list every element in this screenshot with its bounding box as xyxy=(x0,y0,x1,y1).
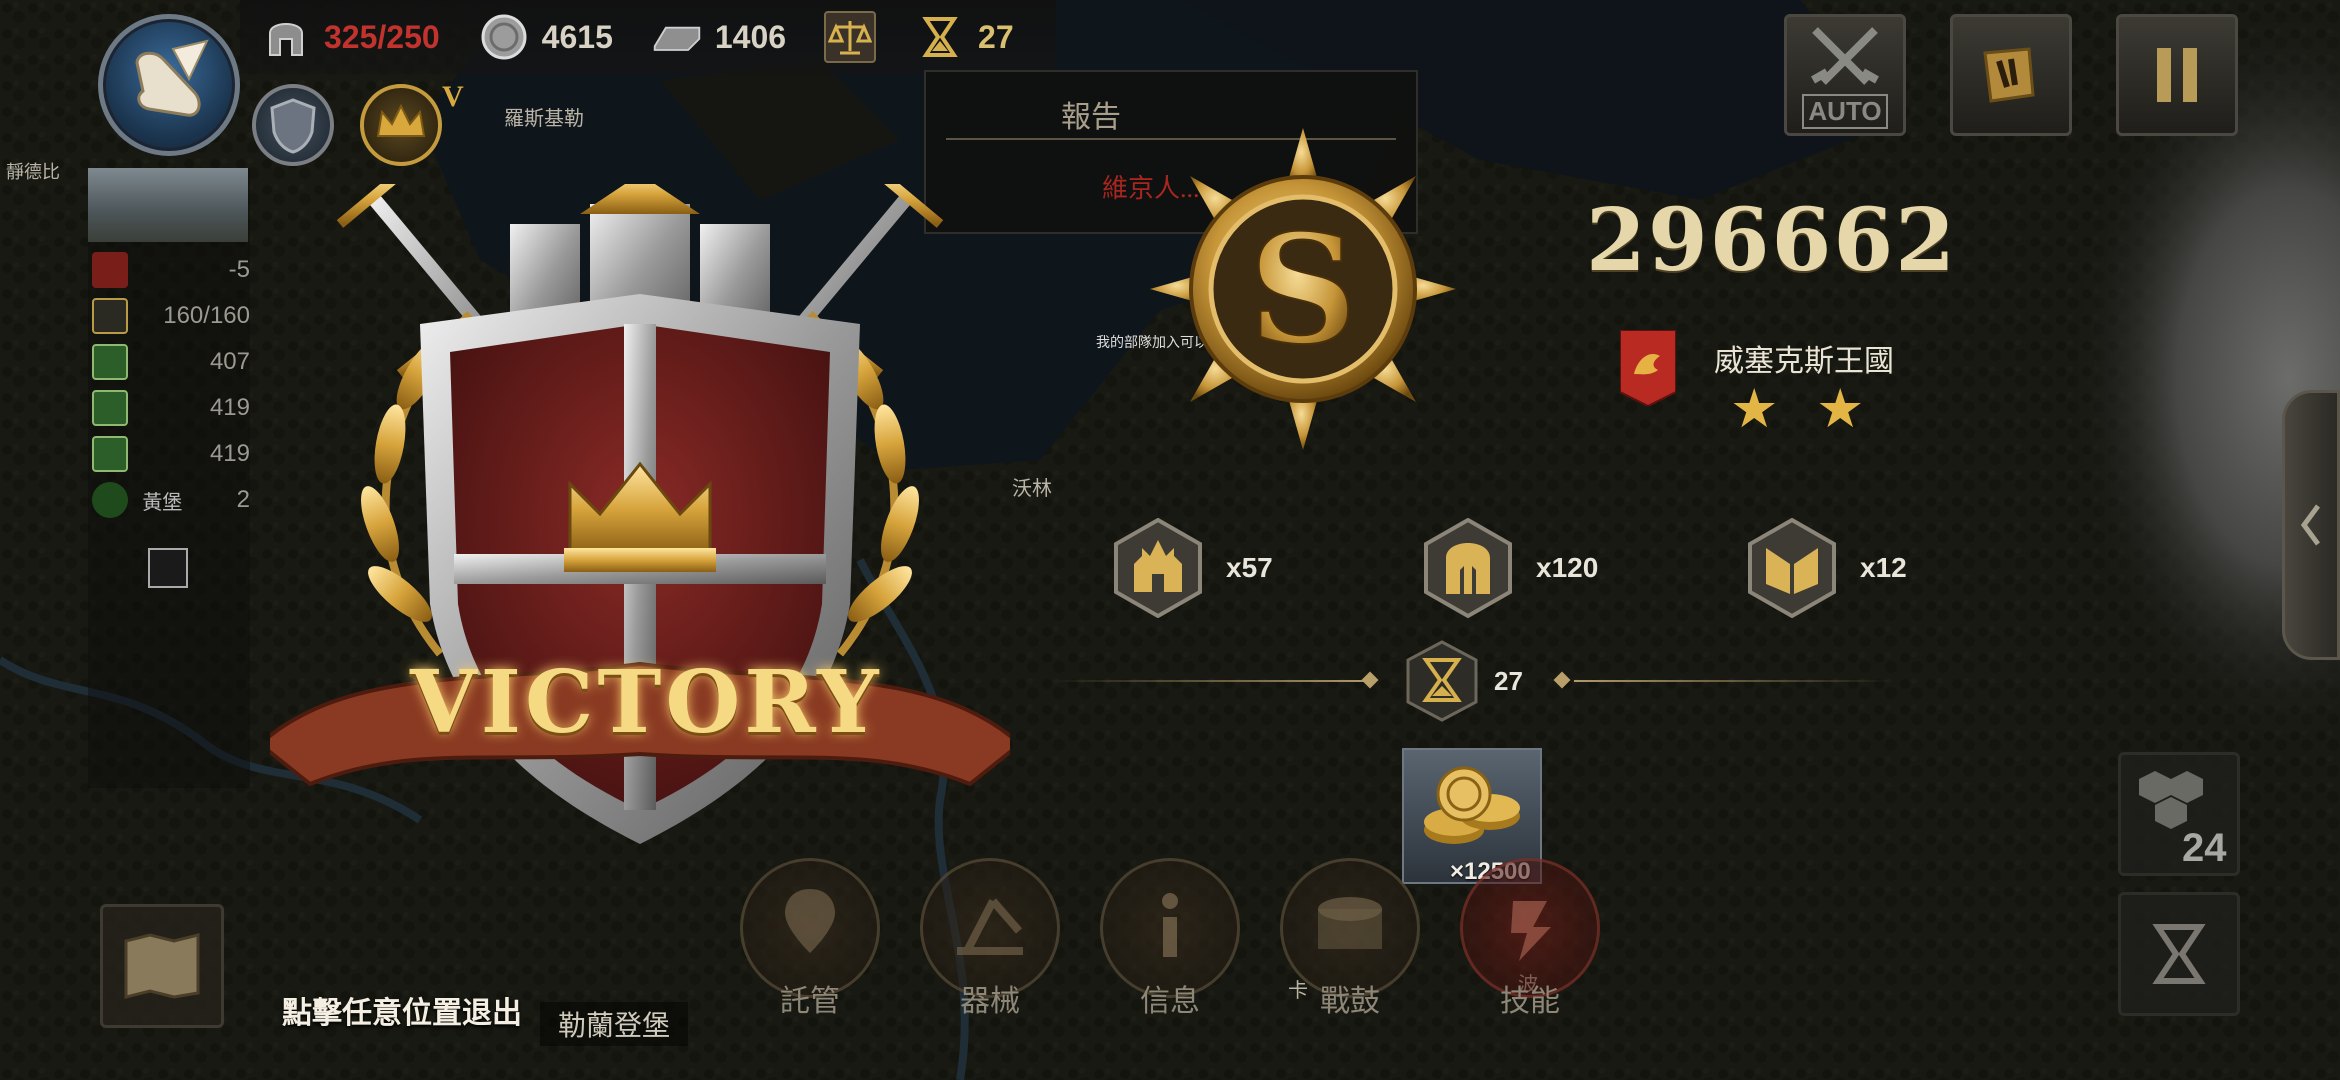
shield-icon xyxy=(270,98,316,154)
siege-equipment-label: 器械 xyxy=(960,984,1020,1019)
helmet-icon xyxy=(92,298,128,334)
info-icon xyxy=(1162,893,1178,957)
reward-count: x57 xyxy=(1226,552,1273,583)
faction-shield-badge[interactable] xyxy=(252,84,334,166)
iron-ingot-icon xyxy=(651,11,703,63)
pause-icon xyxy=(2157,48,2197,102)
iron-value: 1406 xyxy=(714,18,787,55)
stat-row-unit-3: 419 xyxy=(88,434,250,474)
silver-resource[interactable]: 4615 xyxy=(478,11,613,63)
stat-row-keep: 黃堡 2 xyxy=(88,480,250,520)
scales-icon xyxy=(824,11,877,63)
reward-count: x120 xyxy=(1536,552,1599,583)
crossed-swords-icon xyxy=(1811,26,1879,85)
quest-scroll-button[interactable] xyxy=(1950,14,2072,136)
auto-manage-label: 託管 xyxy=(780,984,840,1019)
battle-score: 296662 xyxy=(1586,190,1958,291)
helmet-icon xyxy=(260,11,312,63)
auto-label: AUTO xyxy=(1802,93,1888,129)
skill-icon xyxy=(1511,901,1551,961)
boot-icon xyxy=(92,482,128,518)
silver-coin-icon xyxy=(478,11,530,63)
divider-line xyxy=(1574,680,1894,682)
catapult-icon xyxy=(957,898,1023,955)
reward-item-banner: x12 xyxy=(1746,518,1907,618)
stat-value: 419 xyxy=(209,440,250,467)
scroll-quill-icon xyxy=(1983,47,2035,103)
exit-hint-text: 點擊任意位置退出 xyxy=(282,996,522,1031)
horse-icon xyxy=(92,390,128,426)
stat-row-unit-2: 419 xyxy=(88,388,250,428)
stat-row-movement: -5 xyxy=(88,250,250,290)
stat-value: 160/160 xyxy=(163,302,250,329)
auto-battle-button[interactable]: AUTO xyxy=(1784,14,1906,136)
chevron-left-icon xyxy=(2300,504,2321,546)
map-label-city-top: 羅斯基勒 xyxy=(504,106,584,130)
info-label: 信息 xyxy=(1140,984,1200,1019)
victory-crest xyxy=(270,184,1010,844)
divider-line xyxy=(1050,680,1370,682)
map-label-region: 靜德比 xyxy=(6,162,60,183)
reward-count: 27 xyxy=(1494,665,1523,696)
iron-resource[interactable]: 1406 xyxy=(651,11,786,63)
world-map-button[interactable] xyxy=(100,904,224,1028)
victory-banner-text: VICTORY xyxy=(410,652,883,753)
war-drum-label: 戰鼓 xyxy=(1320,984,1380,1019)
stat-value: 2 xyxy=(236,486,250,513)
territory-count: 24 xyxy=(2182,826,2227,870)
drum-icon xyxy=(1318,897,1382,949)
banner-icon xyxy=(1748,518,1836,618)
kingdom-name: 威塞克斯王國 xyxy=(1714,344,1894,379)
cathedral-icon xyxy=(1114,518,1202,618)
side-panel-toggle[interactable] xyxy=(2282,390,2340,660)
end-turn-button[interactable] xyxy=(2118,892,2240,1016)
resource-bar: 325/250 4615 1406 27 xyxy=(240,0,1056,74)
star-icon: ★ xyxy=(1816,379,1865,439)
troops-value: 325/250 xyxy=(324,18,440,55)
stat-row-morale: 160/160 xyxy=(88,296,250,336)
map-label-city-mid: 沃林 xyxy=(1012,476,1052,500)
star-icon: ★ xyxy=(1730,379,1779,439)
stat-value: 419 xyxy=(209,394,250,421)
troops-resource[interactable]: 325/250 xyxy=(260,11,440,63)
crown-rank-badge[interactable] xyxy=(360,84,442,166)
spartan-helmet-icon xyxy=(1424,518,1512,618)
reward-item-helmet: x120 xyxy=(1422,518,1598,618)
map-pin-icon xyxy=(785,889,835,953)
stat-value: -5 xyxy=(228,256,250,283)
keep-name: 黃堡 xyxy=(142,491,183,514)
scroll-quill-icon xyxy=(135,39,209,117)
pause-button[interactable] xyxy=(2116,14,2238,136)
turns-value: 27 xyxy=(978,18,1014,55)
reward-item-turns: 27 xyxy=(1404,640,1523,722)
gold-coins-icon xyxy=(1424,766,1520,844)
city-name-label: 勒蘭登堡 xyxy=(540,1002,689,1046)
stat-value: 407 xyxy=(209,348,250,375)
reward-count: x12 xyxy=(1860,552,1907,583)
hourglass-icon xyxy=(1406,640,1478,722)
boot-icon xyxy=(92,252,128,288)
player-portrait[interactable] xyxy=(98,14,240,156)
hourglass-icon xyxy=(914,11,966,63)
terrain-thumbnail xyxy=(88,168,248,242)
crown-icon xyxy=(376,103,426,137)
stat-row-unit-1: 407 xyxy=(88,342,250,382)
skill-label: 技能 xyxy=(1500,984,1560,1019)
wessex-dragon-flag-icon xyxy=(1620,330,1676,406)
grade-medal: S xyxy=(1150,128,1456,450)
silver-value: 4615 xyxy=(541,18,613,55)
army-stats-panel: -5 160/160 407 419 419 黃堡 2 xyxy=(88,168,250,788)
ship-icon xyxy=(148,548,188,588)
horse-icon xyxy=(92,344,128,380)
law-resource[interactable] xyxy=(824,11,877,63)
horse-icon xyxy=(92,436,128,472)
rank-numeral: V xyxy=(442,80,464,113)
hourglass-icon xyxy=(2152,924,2206,984)
reward-item-cathedral: x57 xyxy=(1112,518,1273,618)
grade-letter: S xyxy=(1249,202,1357,378)
turns-resource[interactable]: 27 xyxy=(914,11,1014,63)
map-scroll-icon xyxy=(124,933,200,999)
